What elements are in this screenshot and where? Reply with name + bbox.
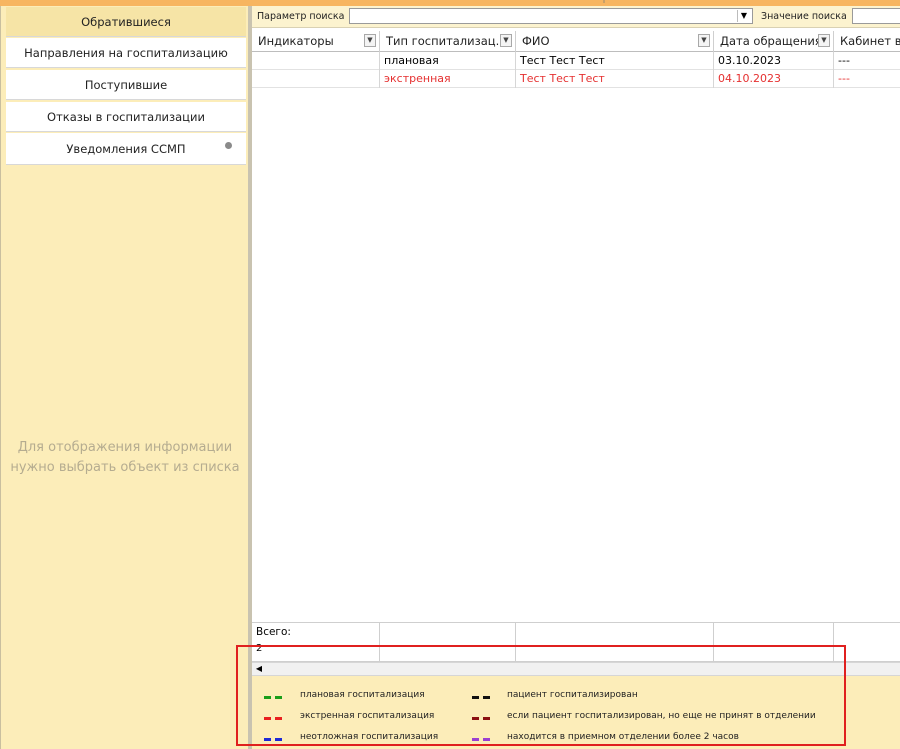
table-row[interactable]: экстренная Тест Тест Тест 04.10.2023 ---: [252, 70, 900, 88]
green-dash-icon: [264, 696, 282, 699]
blue-dash-icon: [264, 738, 282, 741]
total-label: Всего:: [252, 623, 380, 642]
column-header-label: Индикаторы: [258, 34, 334, 48]
cell-cabinet: ---: [838, 54, 850, 67]
column-header-label: ФИО: [522, 34, 550, 48]
column-header-type[interactable]: Тип госпитализац... ▼: [380, 31, 516, 52]
summary-cell: [516, 623, 714, 642]
cell-indicators: [252, 70, 380, 88]
summary-cell: [516, 642, 714, 661]
filter-icon[interactable]: ▼: [364, 34, 376, 47]
sidebar-item-refusals[interactable]: Отказы в госпитализации: [6, 102, 246, 132]
empty-message-line1: Для отображения информации: [17, 440, 233, 455]
top-strip-marker: [603, 0, 605, 3]
sidebar-item-applicants[interactable]: Обратившиеся: [6, 7, 246, 37]
cell-date: 04.10.2023: [714, 70, 834, 88]
filter-icon[interactable]: ▼: [698, 34, 710, 47]
column-header-fio[interactable]: ФИО ▼: [516, 31, 714, 52]
scroll-left-arrow-icon[interactable]: ◀: [254, 664, 264, 674]
cell-cabinet: ---: [838, 72, 850, 85]
filter-icon[interactable]: ▼: [818, 34, 830, 47]
legend-label: находится в приемном отделении более 2 ч…: [507, 732, 739, 742]
legend-label: пациент госпитализирован: [507, 690, 638, 700]
table-body: [252, 88, 900, 622]
table-row[interactable]: плановая Тест Тест Тест 03.10.2023 ---: [252, 52, 900, 70]
cell-indicators: [252, 52, 380, 70]
cell-fio: Тест Тест Тест: [516, 70, 714, 88]
table-header: Индикаторы ▼ Тип госпитализац... ▼ ФИО ▼…: [252, 31, 900, 52]
search-param-label: Параметр поиска: [257, 11, 345, 22]
sidebar-item-label: Обратившиеся: [81, 15, 171, 29]
summary-cell: [380, 623, 516, 642]
search-param-select[interactable]: ▼: [349, 8, 753, 24]
search-value-input[interactable]: [852, 8, 900, 24]
black-dash-icon: [472, 696, 490, 699]
sidebar-item-label: Отказы в госпитализации: [47, 110, 205, 124]
summary-row-total: Всего:: [252, 622, 900, 643]
total-value: 2: [252, 642, 380, 661]
dropdown-arrow-icon[interactable]: ▼: [737, 10, 750, 22]
column-header-label: Тип госпитализац...: [386, 34, 507, 48]
empty-message-line2: нужно выбрать объект из списка: [10, 460, 240, 475]
sidebar-item-label: Направления на госпитализацию: [24, 46, 228, 60]
empty-selection-message: Для отображения информации нужно выбрать…: [1, 438, 249, 478]
column-header-cabinet[interactable]: Кабинет вр: [834, 31, 900, 52]
legend-label: экстренная госпитализация: [300, 711, 435, 721]
status-dot-icon: [225, 142, 232, 149]
sidebar-item-admitted[interactable]: Поступившие: [6, 70, 246, 100]
sidebar-item-referrals[interactable]: Направления на госпитализацию: [6, 38, 246, 68]
search-value-label: Значение поиска: [761, 11, 847, 22]
purple-dash-icon: [472, 738, 490, 741]
summary-row-count: 2: [252, 642, 900, 662]
sidebar-item-label: Уведомления ССМП: [66, 142, 186, 156]
sidebar-item-ssmp-notifications[interactable]: Уведомления ССМП: [6, 133, 246, 165]
cell-fio: Тест Тест Тест: [516, 52, 714, 70]
summary-cell: [714, 642, 834, 661]
search-bar: Параметр поиска ▼ Значение поиска: [252, 6, 900, 28]
red-dash-icon: [264, 717, 282, 720]
cell-type: экстренная: [380, 70, 516, 88]
darkred-dash-icon: [472, 717, 490, 720]
column-header-date[interactable]: Дата обращения ▼: [714, 31, 834, 52]
legend-label: неотложная госпитализация: [300, 732, 439, 742]
summary-cell: [380, 642, 516, 661]
legend-label: плановая госпитализация: [300, 690, 425, 700]
sidebar: Обратившиеся Направления на госпитализац…: [0, 6, 248, 749]
cell-type: плановая: [380, 52, 516, 70]
legend: плановая госпитализация экстренная госпи…: [252, 676, 900, 749]
summary-cell: [714, 623, 834, 642]
legend-label: если пациент госпитализирован, но еще не…: [507, 711, 816, 721]
column-header-label: Кабинет вр: [840, 34, 900, 48]
filter-icon[interactable]: ▼: [500, 34, 512, 47]
sidebar-item-label: Поступившие: [84, 78, 168, 92]
cell-date: 03.10.2023: [714, 52, 834, 70]
column-header-label: Дата обращения: [720, 34, 822, 48]
horizontal-scrollbar[interactable]: ◀: [252, 662, 900, 676]
column-header-indicators[interactable]: Индикаторы ▼: [252, 31, 380, 52]
